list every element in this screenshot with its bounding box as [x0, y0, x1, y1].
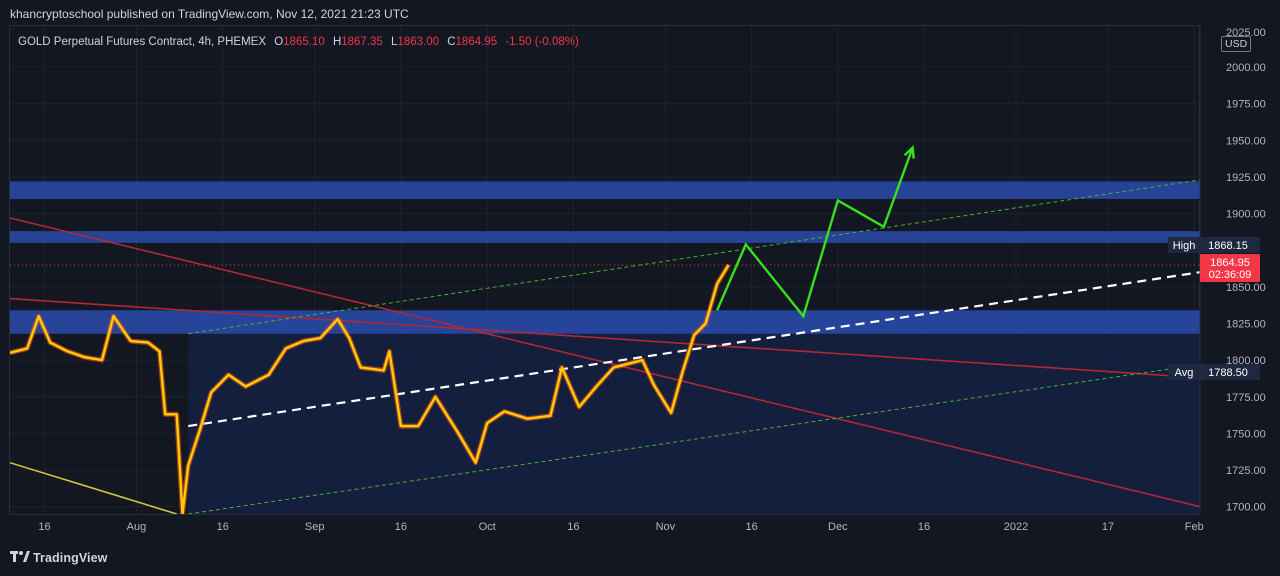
- price-tick-label: 1925.00: [1226, 172, 1266, 184]
- time-tick-label: Sep: [305, 521, 325, 533]
- zone-mid-resistance[interactable]: [10, 231, 1200, 243]
- change-value: -1.50 (-0.08%): [505, 36, 579, 48]
- avg-value: 1788.50: [1208, 367, 1248, 379]
- high-value: 1868.15: [1208, 240, 1248, 252]
- avg-label: Avg: [1175, 367, 1194, 379]
- price-tick-label: 1900.00: [1226, 209, 1266, 221]
- symbol-name: GOLD Perpetual Futures Contract, 4h, PHE…: [18, 36, 266, 48]
- tradingview-logo-icon: [10, 551, 30, 563]
- time-tick-label: 2022: [1004, 521, 1028, 533]
- zone-support[interactable]: [10, 310, 1200, 334]
- price-tick-label: 1775.00: [1226, 392, 1266, 404]
- price-tick-label: 1750.00: [1226, 428, 1266, 440]
- time-tick-label: 17: [1102, 521, 1114, 533]
- tradingview-brand: TradingView: [33, 551, 108, 565]
- time-tick-label: 16: [918, 521, 930, 533]
- price-tick-label: 2000.00: [1226, 62, 1266, 74]
- time-tick-label: 16: [567, 521, 579, 533]
- last-price-value: 1864.95: [1210, 257, 1250, 269]
- last-price-countdown: 02:36:09: [1209, 269, 1252, 281]
- currency-button[interactable]: USD: [1221, 36, 1252, 52]
- low-value: 1863.00: [397, 36, 440, 48]
- close-value: 1864.95: [455, 36, 498, 48]
- price-chart[interactable]: 1700.001725.001750.001775.001800.001825.…: [0, 0, 1280, 576]
- footer-bar: TradingView: [0, 543, 1280, 576]
- high-value: 1867.35: [341, 36, 383, 48]
- tradingview-logo[interactable]: TradingView: [10, 551, 108, 565]
- price-tick-label: 1700.00: [1226, 502, 1266, 514]
- open-label: O: [274, 36, 284, 48]
- time-tick-label: 16: [217, 521, 229, 533]
- high-label: H: [332, 36, 342, 48]
- price-tick-label: 1975.00: [1226, 99, 1266, 111]
- symbol-legend: GOLD Perpetual Futures Contract, 4h, PHE…: [18, 36, 579, 48]
- price-tick-label: 1725.00: [1226, 465, 1266, 477]
- time-tick-label: Feb: [1185, 521, 1204, 533]
- price-tick-label: 1950.00: [1226, 135, 1266, 147]
- open-value: 1865.10: [283, 36, 325, 48]
- zone-upper-resistance[interactable]: [10, 181, 1200, 199]
- time-tick-label: 16: [745, 521, 757, 533]
- price-tick-label: 1825.00: [1226, 318, 1266, 330]
- time-tick-label: 16: [395, 521, 407, 533]
- time-tick-label: Nov: [656, 521, 676, 533]
- price-tick-label: 1850.00: [1226, 282, 1266, 294]
- close-label: C: [447, 36, 456, 48]
- time-tick-label: 16: [38, 521, 50, 533]
- time-tick-label: Dec: [828, 521, 848, 533]
- high-label: High: [1173, 240, 1196, 252]
- time-tick-label: Oct: [479, 521, 496, 533]
- time-tick-label: Aug: [127, 521, 147, 533]
